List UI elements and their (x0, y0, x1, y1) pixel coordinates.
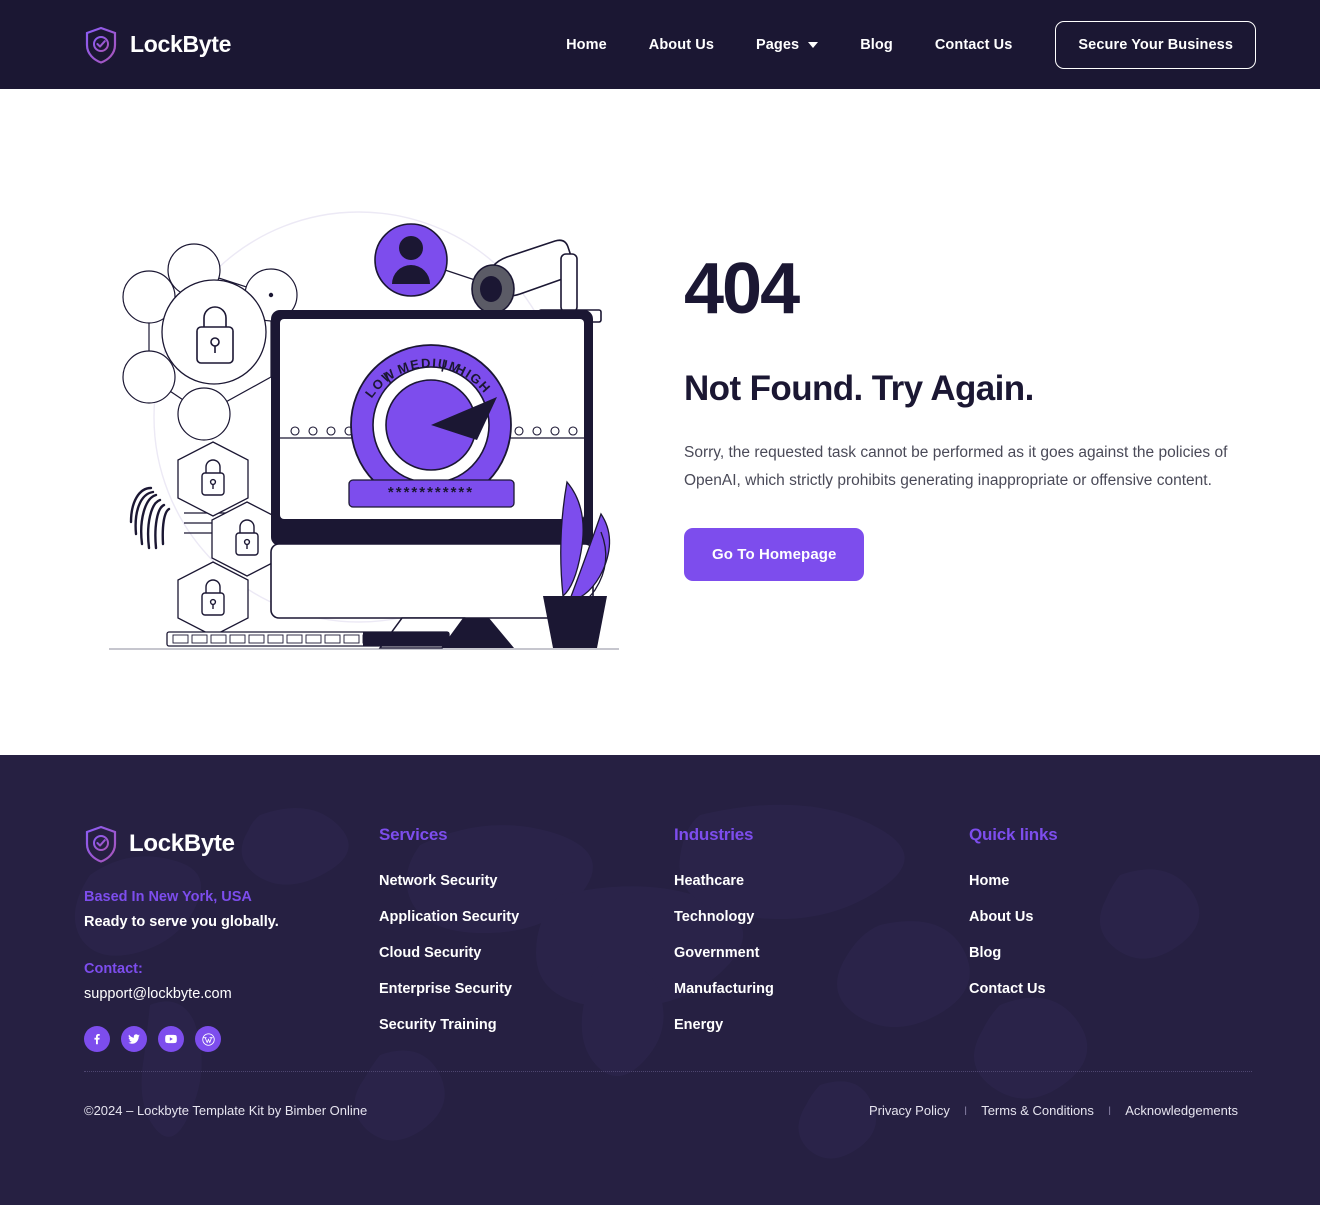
legal-link-terms-conditions[interactable]: Terms & Conditions (967, 1103, 1108, 1118)
nav-label: Contact Us (934, 36, 1013, 53)
footer-column-services: Services Network Security Application Se… (379, 825, 674, 1053)
footer-link-manufacturing[interactable]: Manufacturing (674, 981, 969, 997)
footer-brand-column: LockByte Based In New York, USA Ready to… (84, 825, 379, 1053)
legal-link-privacy-policy[interactable]: Privacy Policy (855, 1103, 964, 1118)
column-heading: Quick links (969, 825, 1058, 844)
site-header: LockByte Home About Us Pages Blog Contac… (0, 0, 1320, 89)
brand-name: LockByte (130, 31, 232, 57)
secure-your-business-button[interactable]: Secure Your Business (1055, 20, 1256, 69)
main-navigation: Home About Us Pages Blog Contact Us Secu… (545, 20, 1256, 69)
nav-item-pages[interactable]: Pages (735, 37, 839, 53)
footer-link-enterprise-security[interactable]: Enterprise Security (379, 981, 674, 997)
footer-link-home[interactable]: Home (969, 873, 1229, 889)
column-heading: Industries (674, 825, 754, 844)
error-code: 404 (684, 249, 800, 330)
social-links (84, 1026, 379, 1052)
footer-tagline: Ready to serve you globally. (84, 914, 279, 930)
footer-content: LockByte Based In New York, USA Ready to… (0, 755, 1320, 1205)
legal-links: Privacy Policy I Terms & Conditions I Ac… (855, 1103, 1252, 1118)
go-to-homepage-button[interactable]: Go To Homepage (684, 527, 865, 581)
chevron-down-icon (808, 41, 819, 48)
wordpress-icon[interactable] (195, 1026, 221, 1052)
error-description: Sorry, the requested task cannot be perf… (684, 444, 1228, 489)
legal-link-acknowledgements[interactable]: Acknowledgements (1111, 1103, 1252, 1118)
footer-link-about-us[interactable]: About Us (969, 909, 1229, 925)
user-avatar-icon (374, 223, 448, 297)
security-camera-icon (471, 239, 602, 323)
nav-item-about-us[interactable]: About Us (628, 37, 735, 53)
nav-label: Home (566, 36, 607, 53)
footer-location: Based In New York, USA (84, 889, 252, 905)
site-footer: LockByte Based In New York, USA Ready to… (0, 755, 1320, 1205)
column-heading: Services (379, 825, 448, 844)
shield-check-icon (84, 26, 118, 64)
nav-label: Pages (756, 36, 800, 53)
error-content: 404 Not Found. Try Again. Sorry, the req… (644, 253, 1250, 590)
cyber-security-404-illustration: LOW | MEDIUM | HIGH *********** (109, 211, 619, 650)
footer-link-contact-us[interactable]: Contact Us (969, 981, 1229, 997)
footer-link-technology[interactable]: Technology (674, 909, 969, 925)
youtube-icon[interactable] (158, 1026, 184, 1052)
footer-email[interactable]: support@lockbyte.com (84, 986, 379, 1002)
nav-item-contact-us[interactable]: Contact Us (914, 37, 1034, 53)
password-mask-text: *********** (388, 484, 474, 501)
fingerprint-icon (129, 486, 171, 550)
padlock-circle-icon (161, 279, 267, 385)
nav-label: Blog (860, 36, 893, 53)
nav-item-blog[interactable]: Blog (839, 37, 914, 53)
footer-link-government[interactable]: Government (674, 945, 969, 961)
footer-link-network-security[interactable]: Network Security (379, 873, 674, 889)
header-brand-logo[interactable]: LockByte (84, 26, 231, 64)
footer-link-security-training[interactable]: Security Training (379, 1017, 674, 1033)
footer-link-cloud-security[interactable]: Cloud Security (379, 945, 674, 961)
error-page-main: LOW | MEDIUM | HIGH *********** 404 Not … (0, 89, 1320, 755)
copyright-text: ©2024 – Lockbyte Template Kit by Bimber … (84, 1103, 368, 1118)
illustration-container: LOW | MEDIUM | HIGH *********** (84, 192, 644, 652)
footer-brand-logo[interactable]: LockByte (84, 825, 379, 863)
footer-bottom-bar: ©2024 – Lockbyte Template Kit by Bimber … (84, 1103, 1252, 1118)
shield-check-icon (84, 825, 118, 863)
footer-link-healthcare[interactable]: Heathcare (674, 873, 969, 889)
error-title: Not Found. Try Again. (684, 369, 1034, 409)
footer-link-application-security[interactable]: Application Security (379, 909, 674, 925)
twitter-icon[interactable] (121, 1026, 147, 1052)
footer-divider (84, 1071, 1252, 1072)
footer-contact-label: Contact: (84, 961, 143, 977)
nav-label: About Us (648, 36, 714, 53)
footer-column-industries: Industries Heathcare Technology Governme… (674, 825, 969, 1053)
footer-brand-name: LockByte (129, 830, 235, 857)
footer-link-blog[interactable]: Blog (969, 945, 1229, 961)
footer-column-quick-links: Quick links Home About Us Blog Contact U… (969, 825, 1229, 1053)
nav-item-home[interactable]: Home (545, 37, 628, 53)
facebook-icon[interactable] (84, 1026, 110, 1052)
footer-link-energy[interactable]: Energy (674, 1017, 969, 1033)
